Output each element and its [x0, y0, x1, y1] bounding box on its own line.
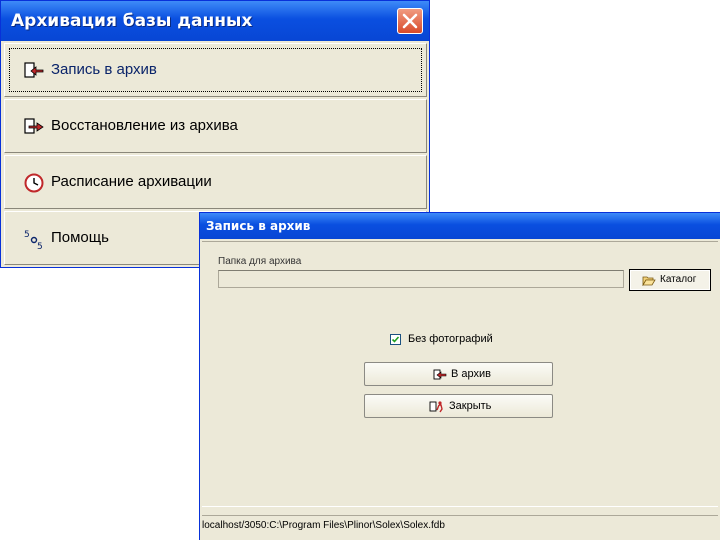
svg-text:5: 5 [37, 242, 43, 250]
menu-label-archive-schedule: Расписание архивации [51, 173, 212, 190]
archive-write-icon [433, 369, 447, 380]
close-icon [402, 13, 418, 29]
dialog-titlebar[interactable]: Запись в архив [200, 213, 720, 239]
menu-label-help: Помощь [51, 229, 109, 246]
main-titlebar[interactable]: Архивация базы данных [1, 1, 429, 41]
menu-label-archive-write: Запись в архив [51, 61, 157, 78]
dialog-title: Запись в архив [206, 219, 311, 233]
clock-icon [24, 173, 44, 193]
help-icon: 5 5 [24, 230, 43, 250]
catalog-button-label: Каталог [660, 274, 697, 285]
archive-restore-icon [24, 118, 44, 134]
folder-label: Папка для архива [218, 256, 302, 267]
catalog-button[interactable]: Каталог [629, 269, 711, 291]
menu-button-archive-restore[interactable]: Восстановление из архива [4, 99, 427, 153]
folder-open-icon [642, 276, 656, 286]
checkmark-icon [391, 336, 400, 343]
menu-label-archive-restore: Восстановление из архива [51, 117, 238, 134]
svg-text:5: 5 [24, 230, 30, 240]
archive-write-icon [24, 62, 44, 78]
archive-write-dialog: Запись в архив Папка для архива Каталог … [199, 212, 720, 540]
status-separator [202, 515, 718, 516]
status-bar-text: localhost/3050:C:\Program Files\Plinor\S… [202, 520, 445, 531]
close-dialog-button[interactable]: Закрыть [364, 394, 553, 418]
exit-icon [429, 401, 443, 413]
folder-path-input[interactable] [218, 270, 624, 288]
close-button[interactable] [397, 8, 423, 34]
menu-button-archive-write[interactable]: Запись в архив [4, 43, 427, 97]
to-archive-button-label: В архив [451, 368, 491, 380]
no-photos-label: Без фотографий [408, 333, 493, 345]
no-photos-checkbox[interactable] [390, 334, 401, 345]
menu-button-archive-schedule[interactable]: Расписание архивации [4, 155, 427, 209]
main-window-title: Архивация базы данных [11, 11, 253, 31]
to-archive-button[interactable]: В архив [364, 362, 553, 386]
close-dialog-button-label: Закрыть [449, 400, 492, 412]
